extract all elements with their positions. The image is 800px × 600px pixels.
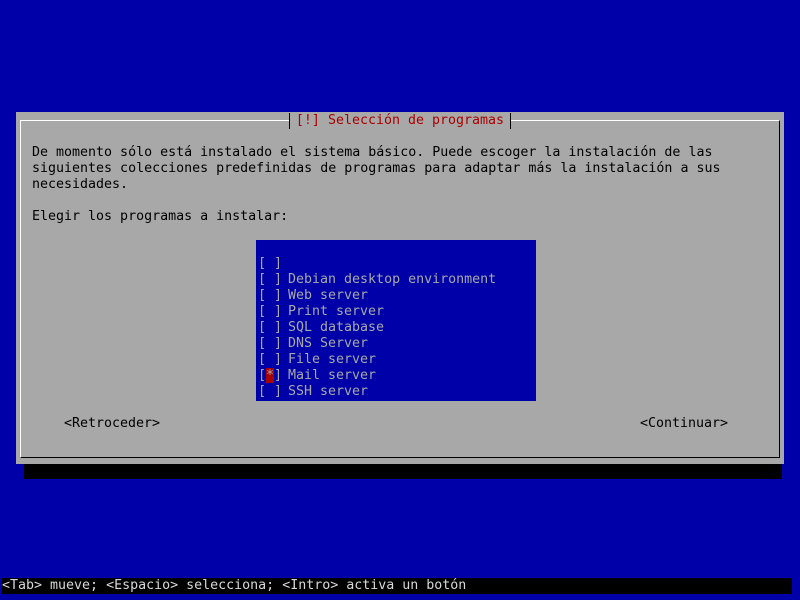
dialog-title: [!] Selección de programas (288, 113, 512, 129)
list-item-ssh-server[interactable]: [*] SSH server (256, 352, 536, 399)
software-selection-dialog: [!] Selección de programas De momento só… (16, 112, 784, 464)
continue-button[interactable]: <Continuar> (640, 416, 728, 432)
list-item-debian-desktop[interactable]: [ ] Debian desktop environment (256, 240, 536, 287)
list-item-sql-database[interactable]: [ ] SQL database (256, 288, 536, 335)
list-item-print-server[interactable]: [ ] Print server (256, 272, 536, 319)
software-checklist[interactable]: [ ] Debian desktop environment [ ] Web s… (256, 240, 536, 431)
dialog-title-bar: [!] Selección de programas (16, 113, 784, 129)
status-bar-text: <Tab> mueve; <Espacio> selecciona; <Intr… (2, 578, 467, 593)
checkbox[interactable]: [ ] (258, 400, 282, 416)
status-bar: <Tab> mueve; <Espacio> selecciona; <Intr… (2, 578, 792, 594)
back-button[interactable]: <Retroceder> (64, 416, 160, 432)
checkbox-mark (266, 400, 274, 415)
list-item-laptop[interactable]: [ ] Laptop (256, 368, 536, 415)
list-item-label: Utilidades estándar del sistema (288, 416, 537, 431)
list-item-web-server[interactable]: [ ] Web server (256, 256, 536, 303)
list-item-standard-utilities[interactable]: [ ] Utilidades estándar del sistema (256, 384, 536, 431)
list-item-dns-server[interactable]: [ ] DNS Server (256, 304, 536, 351)
selection-prompt: Elegir los programas a instalar: (32, 209, 289, 224)
dialog-description: De momento sólo está instalado el sistem… (32, 145, 721, 192)
list-item-file-server[interactable]: [ ] File server (256, 320, 536, 367)
list-item-mail-server[interactable]: [ ] Mail server (256, 336, 536, 383)
